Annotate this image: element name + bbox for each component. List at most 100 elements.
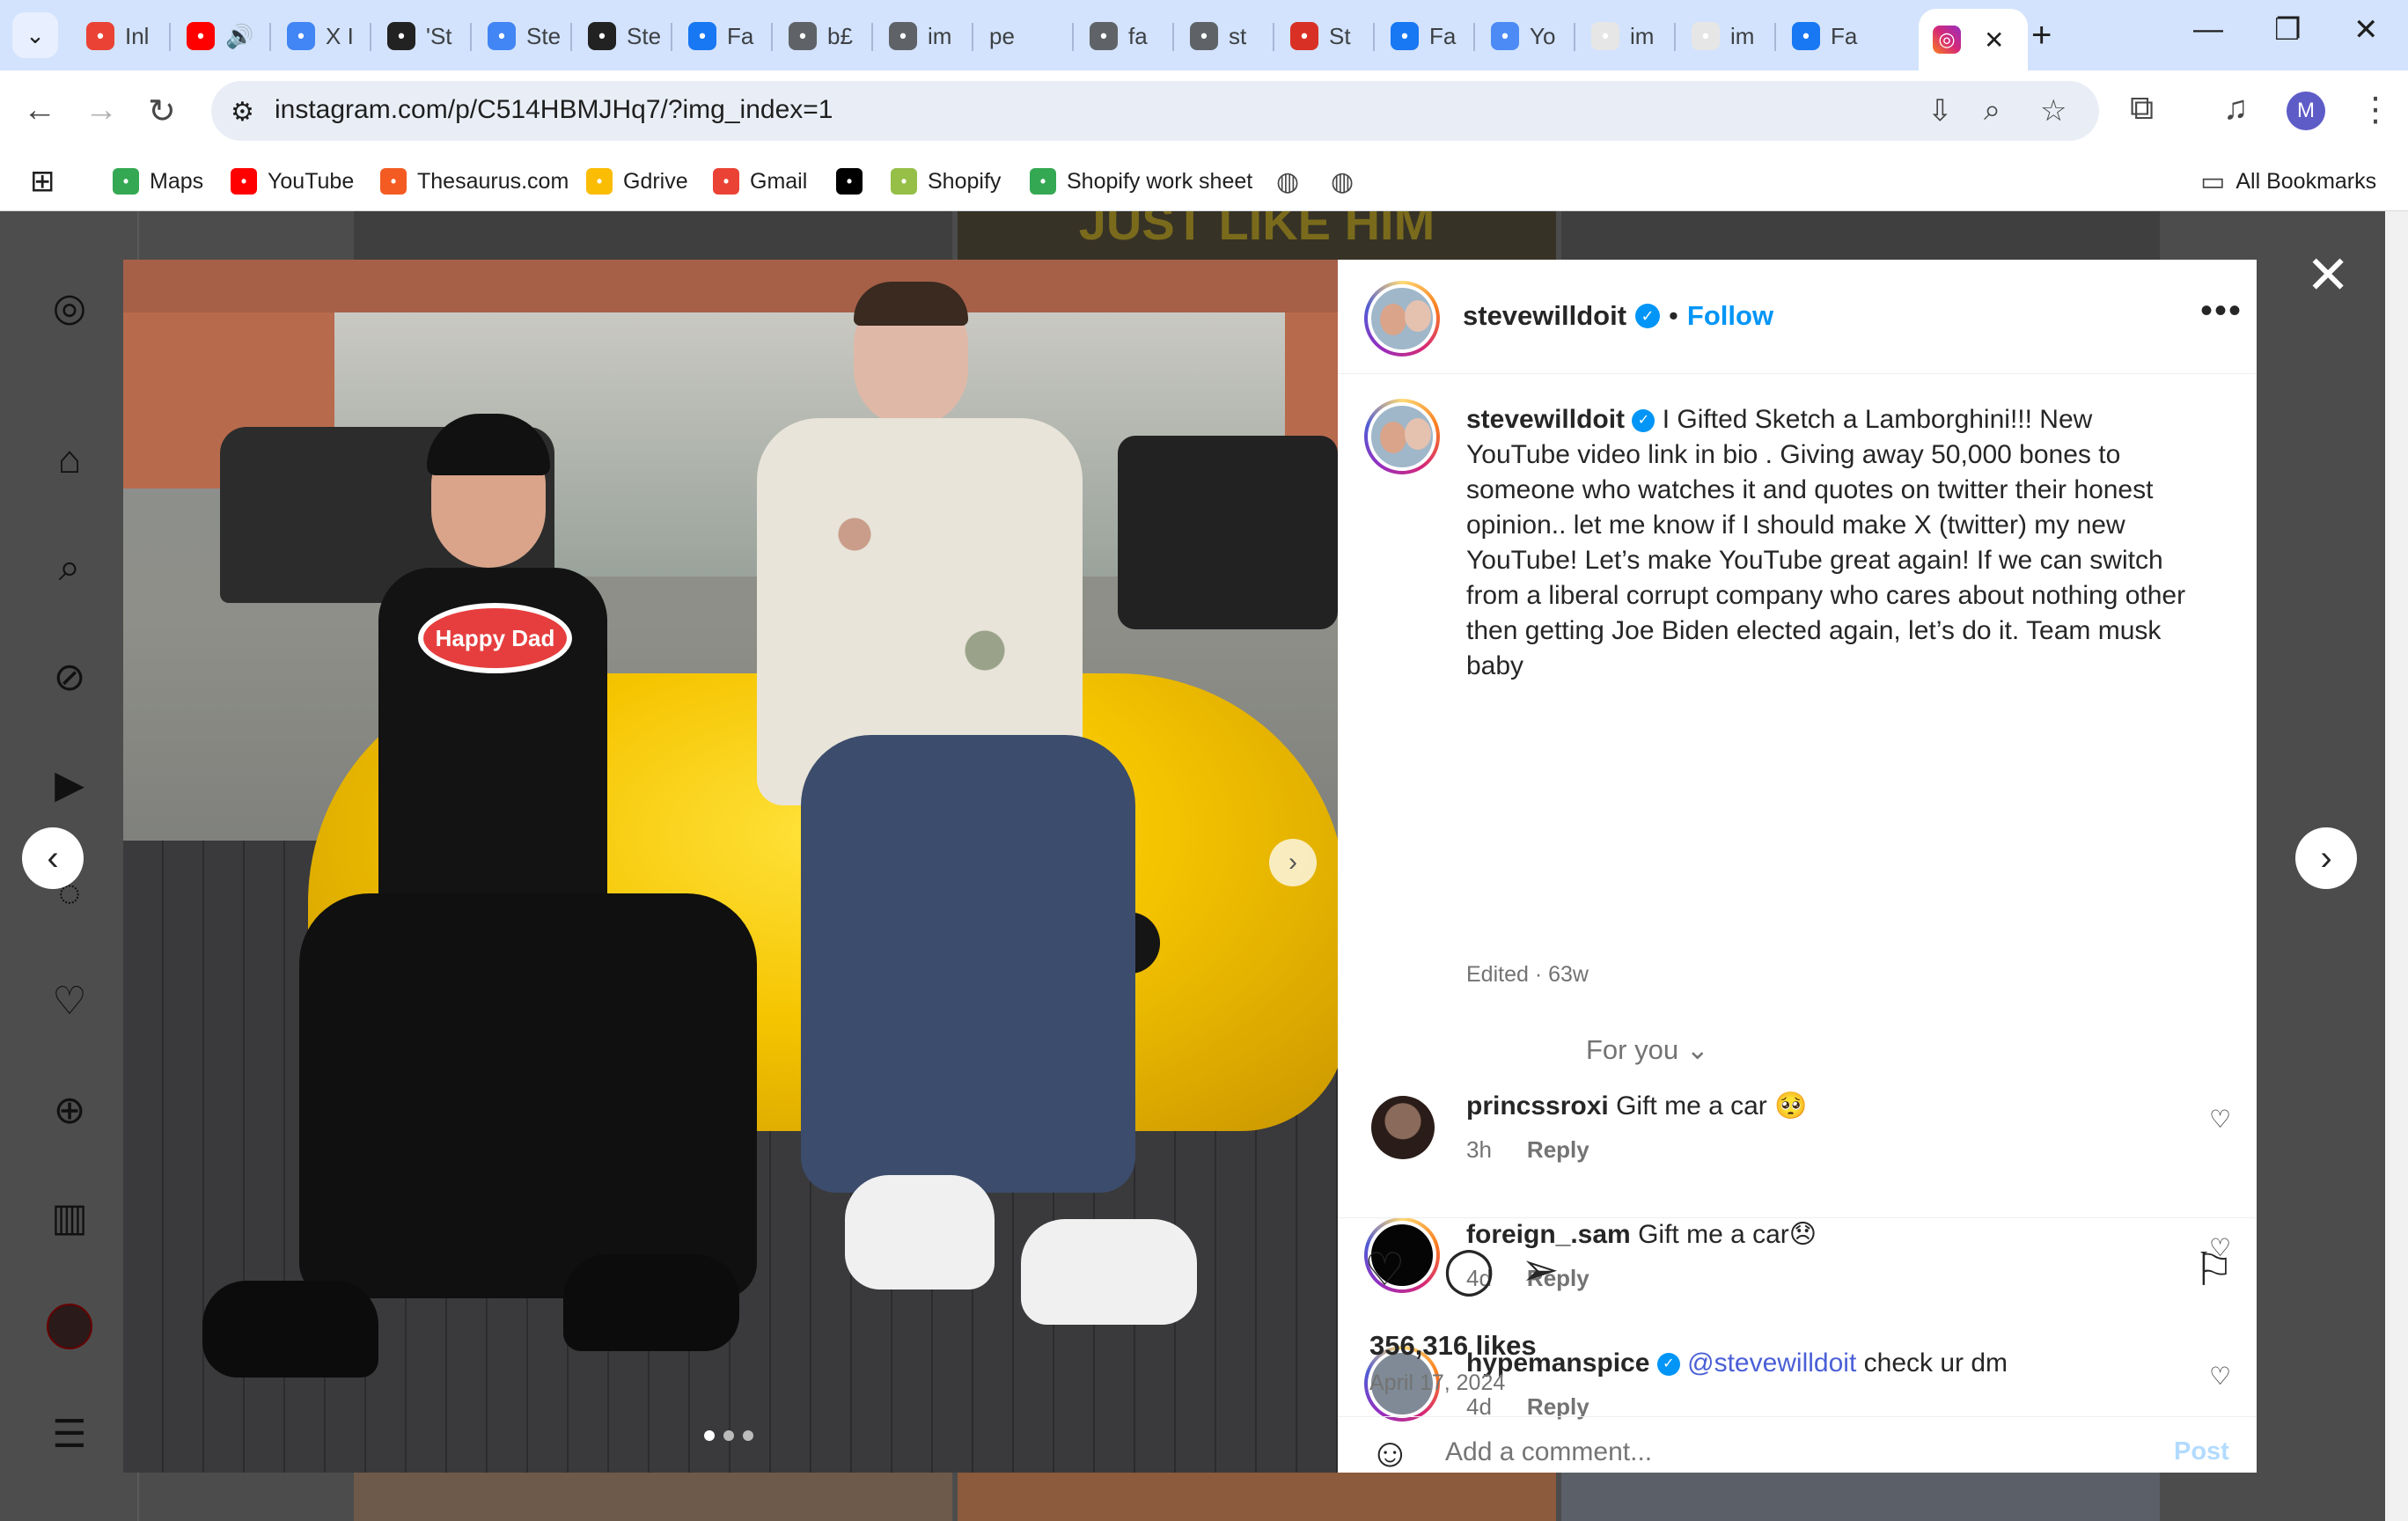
bookmark-star-icon[interactable]: ☆ bbox=[2040, 93, 2067, 129]
bookmark-item[interactable]: • Shopify work sheet bbox=[1030, 162, 1252, 201]
tab-active-instagram[interactable]: ◎ ✕ bbox=[1919, 9, 2028, 70]
new-tab-button[interactable]: + bbox=[2031, 16, 2052, 55]
browser-tab[interactable]: • Fa bbox=[1377, 9, 1473, 63]
tab-search-button[interactable]: ⌄ bbox=[12, 12, 58, 58]
save-bookmark-icon[interactable]: ⚐ bbox=[2193, 1244, 2235, 1297]
bookmark-item[interactable]: • Shopify bbox=[891, 162, 1001, 201]
carousel-dot bbox=[704, 1430, 715, 1441]
browser-tab[interactable]: • Yo bbox=[1477, 9, 1574, 63]
previous-post-button[interactable]: ‹ bbox=[22, 827, 84, 889]
dashboard-icon[interactable]: ▥ bbox=[44, 1192, 95, 1243]
url-text[interactable]: instagram.com/p/C514HBMJHq7/?img_index=1 bbox=[275, 95, 833, 125]
next-photo-button[interactable]: › bbox=[1269, 839, 1317, 886]
globe-icon: • bbox=[889, 22, 917, 50]
chevron-right-icon: › bbox=[1288, 848, 1297, 877]
browser-tab[interactable]: • Ste bbox=[574, 9, 671, 63]
reload-button[interactable]: ↻ bbox=[148, 92, 176, 131]
comment-text-line: foreign_.sam Gift me a car😞 bbox=[1466, 1217, 2188, 1253]
comment-sort-dropdown[interactable]: For you ⌄ bbox=[1586, 1034, 1709, 1066]
commenter-username[interactable]: princssroxi bbox=[1466, 1091, 1609, 1121]
bookmark-item[interactable]: • Thesaurus.com bbox=[380, 162, 569, 201]
explore-icon[interactable]: ⊘ bbox=[44, 651, 95, 702]
browser-tab[interactable]: • im bbox=[875, 9, 972, 63]
globe-icon[interactable]: ◍ bbox=[1276, 162, 1299, 201]
reels-icon[interactable]: ▶ bbox=[44, 759, 95, 810]
browser-tab[interactable]: • Fa bbox=[1778, 9, 1875, 63]
caption-text: I Gifted Sketch a Lamborghini!!! New You… bbox=[1466, 405, 2186, 680]
like-comment-heart-icon[interactable]: ♡ bbox=[2209, 1362, 2231, 1391]
zoom-icon[interactable]: ⌕ bbox=[1984, 93, 2001, 128]
audio-playing-icon[interactable]: 🔊 bbox=[225, 23, 253, 50]
instagram-logo-icon[interactable]: ◎ bbox=[44, 282, 95, 333]
menu-kebab-icon[interactable]: ⋮ bbox=[2359, 90, 2392, 129]
more-menu-icon[interactable]: ☰ bbox=[44, 1408, 95, 1459]
browser-tab[interactable]: • Inl bbox=[72, 9, 169, 63]
youtube-icon: • bbox=[231, 168, 257, 195]
window-close-button[interactable]: ✕ bbox=[2353, 12, 2379, 48]
address-bar[interactable]: ⚙ instagram.com/p/C514HBMJHq7/?img_index… bbox=[211, 81, 2099, 141]
browser-tab[interactable]: • im bbox=[1577, 9, 1674, 63]
browser-tab[interactable]: • Ste bbox=[474, 9, 570, 63]
install-app-icon[interactable]: ⇩ bbox=[1927, 93, 1953, 129]
browser-tab[interactable]: • Fa bbox=[674, 9, 771, 63]
close-tab-icon[interactable]: ✕ bbox=[1984, 26, 2004, 55]
site-info-icon[interactable]: ⚙ bbox=[231, 97, 254, 128]
notifications-heart-icon[interactable]: ♡ bbox=[44, 975, 95, 1026]
author-avatar[interactable] bbox=[1364, 281, 1440, 356]
post-comment-button[interactable]: Post bbox=[2174, 1437, 2229, 1466]
close-modal-icon[interactable]: ✕ bbox=[2306, 245, 2350, 306]
bookmark-item[interactable]: • YouTube bbox=[231, 162, 354, 201]
globe-icon[interactable]: ◍ bbox=[1331, 162, 1354, 201]
all-bookmarks-button[interactable]: ▭ All Bookmarks bbox=[2200, 162, 2376, 201]
bookmark-item[interactable]: • Gmail bbox=[713, 162, 807, 201]
apps-grid-icon[interactable]: ⊞ bbox=[30, 162, 55, 201]
browser-tab[interactable]: • st bbox=[1176, 9, 1273, 63]
restore-button[interactable]: ❐ bbox=[2274, 12, 2301, 48]
background-grid-tile bbox=[1561, 1473, 2160, 1521]
more-options-icon[interactable]: ••• bbox=[2200, 291, 2243, 331]
extensions-icon[interactable]: ⧉ bbox=[2130, 90, 2154, 128]
caption-author-avatar[interactable] bbox=[1364, 399, 1440, 474]
bookmark-item[interactable]: • bbox=[836, 162, 873, 201]
commenter-avatar[interactable] bbox=[1371, 1096, 1435, 1159]
search-icon[interactable]: ⌕ bbox=[44, 542, 95, 593]
docs-icon: • bbox=[287, 22, 315, 50]
back-button[interactable]: ← bbox=[23, 92, 56, 129]
comment-bubble-icon[interactable]: ◯ bbox=[1443, 1244, 1494, 1297]
like-comment-heart-icon[interactable]: ♡ bbox=[2209, 1105, 2231, 1134]
next-post-button[interactable]: › bbox=[2295, 827, 2357, 889]
browser-tab[interactable]: • fa bbox=[1076, 9, 1172, 63]
post-photo[interactable]: Happy Dad › bbox=[123, 260, 1338, 1473]
forward-button[interactable]: → bbox=[84, 92, 118, 129]
add-comment-input[interactable] bbox=[1443, 1430, 2130, 1474]
browser-tab[interactable]: • X I bbox=[273, 9, 370, 63]
browser-tab[interactable]: • 'St bbox=[373, 9, 470, 63]
like-heart-icon[interactable]: ♡ bbox=[1364, 1244, 1406, 1297]
minimize-button[interactable]: — bbox=[2193, 12, 2223, 47]
browser-tab[interactable]: • 🔊 bbox=[173, 9, 269, 63]
create-icon[interactable]: ⊕ bbox=[44, 1084, 95, 1135]
browser-tab[interactable]: • St bbox=[1276, 9, 1373, 63]
browser-tab[interactable]: pe bbox=[975, 9, 1072, 63]
page-scrollbar[interactable] bbox=[2385, 211, 2408, 1521]
comment-mention-link[interactable]: @stevewilldoit bbox=[1687, 1348, 1856, 1378]
drive-icon: • bbox=[1030, 168, 1056, 195]
follow-button[interactable]: Follow bbox=[1687, 300, 1773, 332]
share-send-icon[interactable]: ➢ bbox=[1521, 1244, 1560, 1297]
post-date[interactable]: April 17, 2024 bbox=[1369, 1370, 1505, 1396]
bookmark-item[interactable]: • Maps bbox=[113, 162, 203, 201]
author-username[interactable]: stevewilldoit bbox=[1463, 300, 1626, 332]
home-icon[interactable]: ⌂ bbox=[44, 435, 95, 486]
likes-count[interactable]: 356,316 likes bbox=[1369, 1330, 1537, 1362]
browser-toolbar: ← → ↻ ⚙ instagram.com/p/C514HBMJHq7/?img… bbox=[0, 70, 2408, 151]
reply-button[interactable]: Reply bbox=[1527, 1136, 1589, 1164]
caption-username[interactable]: stevewilldoit bbox=[1466, 405, 1625, 434]
comment-item: foreign_.sam Gift me a car😞 4d Reply ♡ bbox=[1364, 1217, 2235, 1323]
profile-avatar-icon[interactable] bbox=[44, 1301, 95, 1352]
profile-avatar[interactable]: M bbox=[2287, 92, 2325, 130]
browser-tab[interactable]: • b£ bbox=[775, 9, 871, 63]
media-controls-icon[interactable]: ♫ bbox=[2223, 90, 2249, 128]
emoji-picker-icon[interactable]: ☺ bbox=[1369, 1429, 1411, 1476]
browser-tab[interactable]: • im bbox=[1678, 9, 1774, 63]
bookmark-item[interactable]: • Gdrive bbox=[586, 162, 688, 201]
